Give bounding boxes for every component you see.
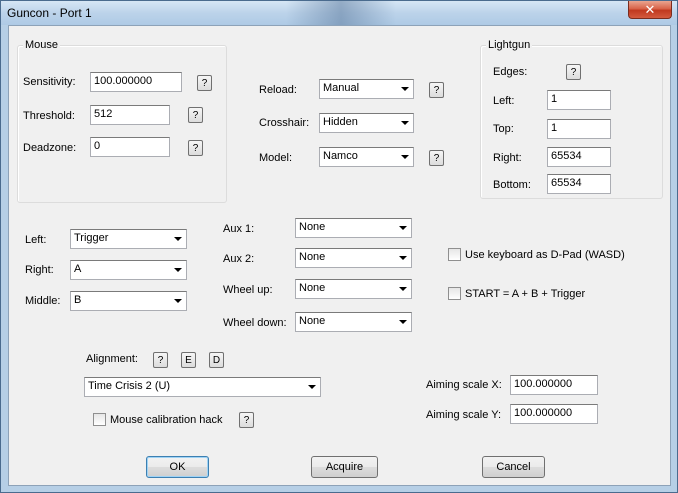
lightgun-group-label: Lightgun bbox=[486, 39, 533, 51]
acquire-button[interactable]: Acquire bbox=[311, 456, 378, 478]
aux2-select-value: None bbox=[299, 251, 326, 263]
chevron-down-icon bbox=[399, 320, 407, 324]
ok-button[interactable]: OK bbox=[146, 456, 209, 478]
button-right-select[interactable]: A bbox=[70, 260, 187, 280]
chevron-down-icon bbox=[401, 87, 409, 91]
aux2-label: Aux 2: bbox=[223, 253, 255, 265]
aiming-scale-y-label: Aiming scale Y: bbox=[426, 409, 502, 421]
chevron-down-icon bbox=[174, 237, 182, 241]
alignment-e-button[interactable]: E bbox=[181, 352, 196, 368]
calibration-hack-label: Mouse calibration hack bbox=[110, 413, 223, 426]
aiming-scale-x-field[interactable]: 100.000000 bbox=[510, 375, 598, 395]
threshold-help-button[interactable]: ? bbox=[188, 107, 203, 123]
reload-select[interactable]: Manual bbox=[319, 79, 414, 99]
chevron-down-icon bbox=[401, 155, 409, 159]
window-title: Guncon - Port 1 bbox=[7, 6, 92, 20]
keyboard-dpad-checkbox[interactable]: Use keyboard as D-Pad (WASD) bbox=[448, 248, 625, 261]
deadzone-help-button[interactable]: ? bbox=[188, 140, 203, 156]
chevron-down-icon bbox=[399, 226, 407, 230]
title-bar[interactable]: Guncon - Port 1 ✕ bbox=[1, 1, 677, 25]
edges-help-button[interactable]: ? bbox=[566, 64, 581, 80]
lightgun-right-label: Right: bbox=[493, 152, 522, 164]
cancel-button[interactable]: Cancel bbox=[482, 456, 545, 478]
button-middle-label: Middle: bbox=[25, 295, 61, 307]
deadzone-label: Deadzone: bbox=[23, 142, 77, 154]
chevron-down-icon bbox=[401, 121, 409, 125]
chevron-down-icon bbox=[308, 385, 316, 389]
button-right-label: Right: bbox=[25, 264, 54, 276]
dialog-client-area: Mouse Sensitivity: 100.000000 ? Threshol… bbox=[8, 25, 671, 486]
start-combo-checkbox[interactable]: START = A + B + Trigger bbox=[448, 287, 585, 300]
close-button[interactable]: ✕ bbox=[628, 1, 672, 19]
mouse-group-label: Mouse bbox=[23, 39, 61, 51]
sensitivity-label: Sensitivity: bbox=[23, 76, 76, 88]
aux1-select[interactable]: None bbox=[295, 218, 412, 238]
model-help-button[interactable]: ? bbox=[429, 150, 444, 166]
button-middle-select-value: B bbox=[74, 294, 82, 306]
wheel-down-select[interactable]: None bbox=[295, 312, 412, 332]
start-combo-label: START = A + B + Trigger bbox=[465, 287, 586, 300]
checkbox-box[interactable] bbox=[448, 248, 461, 261]
lightgun-bottom-field[interactable]: 65534 bbox=[547, 174, 611, 194]
chevron-down-icon bbox=[174, 299, 182, 303]
alignment-d-button[interactable]: D bbox=[209, 352, 224, 368]
lightgun-right-field[interactable]: 65534 bbox=[547, 147, 611, 167]
aiming-scale-y-field[interactable]: 100.000000 bbox=[510, 404, 598, 424]
button-left-select[interactable]: Trigger bbox=[70, 229, 187, 249]
reload-label: Reload: bbox=[259, 84, 297, 96]
deadzone-field[interactable]: 0 bbox=[90, 137, 170, 157]
lightgun-left-label: Left: bbox=[493, 95, 515, 107]
threshold-label: Threshold: bbox=[23, 110, 75, 122]
aiming-scale-x-label: Aiming scale X: bbox=[426, 379, 502, 391]
crosshair-label: Crosshair: bbox=[259, 117, 310, 129]
checkbox-box[interactable] bbox=[448, 287, 461, 300]
button-left-label: Left: bbox=[25, 234, 47, 246]
checkbox-box[interactable] bbox=[93, 413, 106, 426]
edges-label: Edges: bbox=[493, 66, 528, 78]
lightgun-left-field[interactable]: 1 bbox=[547, 90, 611, 110]
crosshair-select[interactable]: Hidden bbox=[319, 113, 414, 133]
sensitivity-help-button[interactable]: ? bbox=[197, 75, 212, 91]
close-icon: ✕ bbox=[644, 1, 656, 17]
button-right-select-value: A bbox=[74, 263, 82, 275]
model-select[interactable]: Namco bbox=[319, 147, 414, 167]
model-select-value: Namco bbox=[323, 150, 358, 162]
aux1-label: Aux 1: bbox=[223, 223, 255, 235]
wheel-up-label: Wheel up: bbox=[223, 284, 273, 296]
wheel-down-select-value: None bbox=[299, 315, 326, 327]
aux1-select-value: None bbox=[299, 221, 326, 233]
reload-select-value: Manual bbox=[323, 82, 360, 94]
wheel-up-select-value: None bbox=[299, 282, 326, 294]
chevron-down-icon bbox=[174, 268, 182, 272]
chevron-down-icon bbox=[399, 256, 407, 260]
alignment-preset-select[interactable]: Time Crisis 2 (U) bbox=[84, 377, 321, 397]
lightgun-top-label: Top: bbox=[493, 123, 514, 135]
button-middle-select[interactable]: B bbox=[70, 291, 187, 311]
lightgun-bottom-label: Bottom: bbox=[493, 179, 531, 191]
wheel-up-select[interactable]: None bbox=[295, 279, 412, 299]
chevron-down-icon bbox=[399, 287, 407, 291]
alignment-label: Alignment: bbox=[86, 353, 138, 365]
calibration-help-button[interactable]: ? bbox=[239, 412, 254, 428]
threshold-field[interactable]: 512 bbox=[90, 105, 170, 125]
dialog-window: Guncon - Port 1 ✕ Mouse Sensitivity: 100… bbox=[0, 0, 678, 493]
calibration-hack-checkbox[interactable]: Mouse calibration hack bbox=[93, 413, 223, 426]
reload-help-button[interactable]: ? bbox=[429, 82, 444, 98]
wheel-down-label: Wheel down: bbox=[223, 317, 287, 329]
button-left-select-value: Trigger bbox=[74, 232, 109, 244]
crosshair-select-value: Hidden bbox=[323, 116, 358, 128]
alignment-preset-value: Time Crisis 2 (U) bbox=[88, 380, 171, 392]
keyboard-dpad-label: Use keyboard as D-Pad (WASD) bbox=[465, 248, 625, 261]
background-blur bbox=[286, 1, 396, 25]
sensitivity-field[interactable]: 100.000000 bbox=[90, 72, 182, 92]
aux2-select[interactable]: None bbox=[295, 248, 412, 268]
lightgun-top-field[interactable]: 1 bbox=[547, 119, 611, 139]
alignment-help-button[interactable]: ? bbox=[153, 352, 168, 368]
model-label: Model: bbox=[259, 152, 293, 164]
